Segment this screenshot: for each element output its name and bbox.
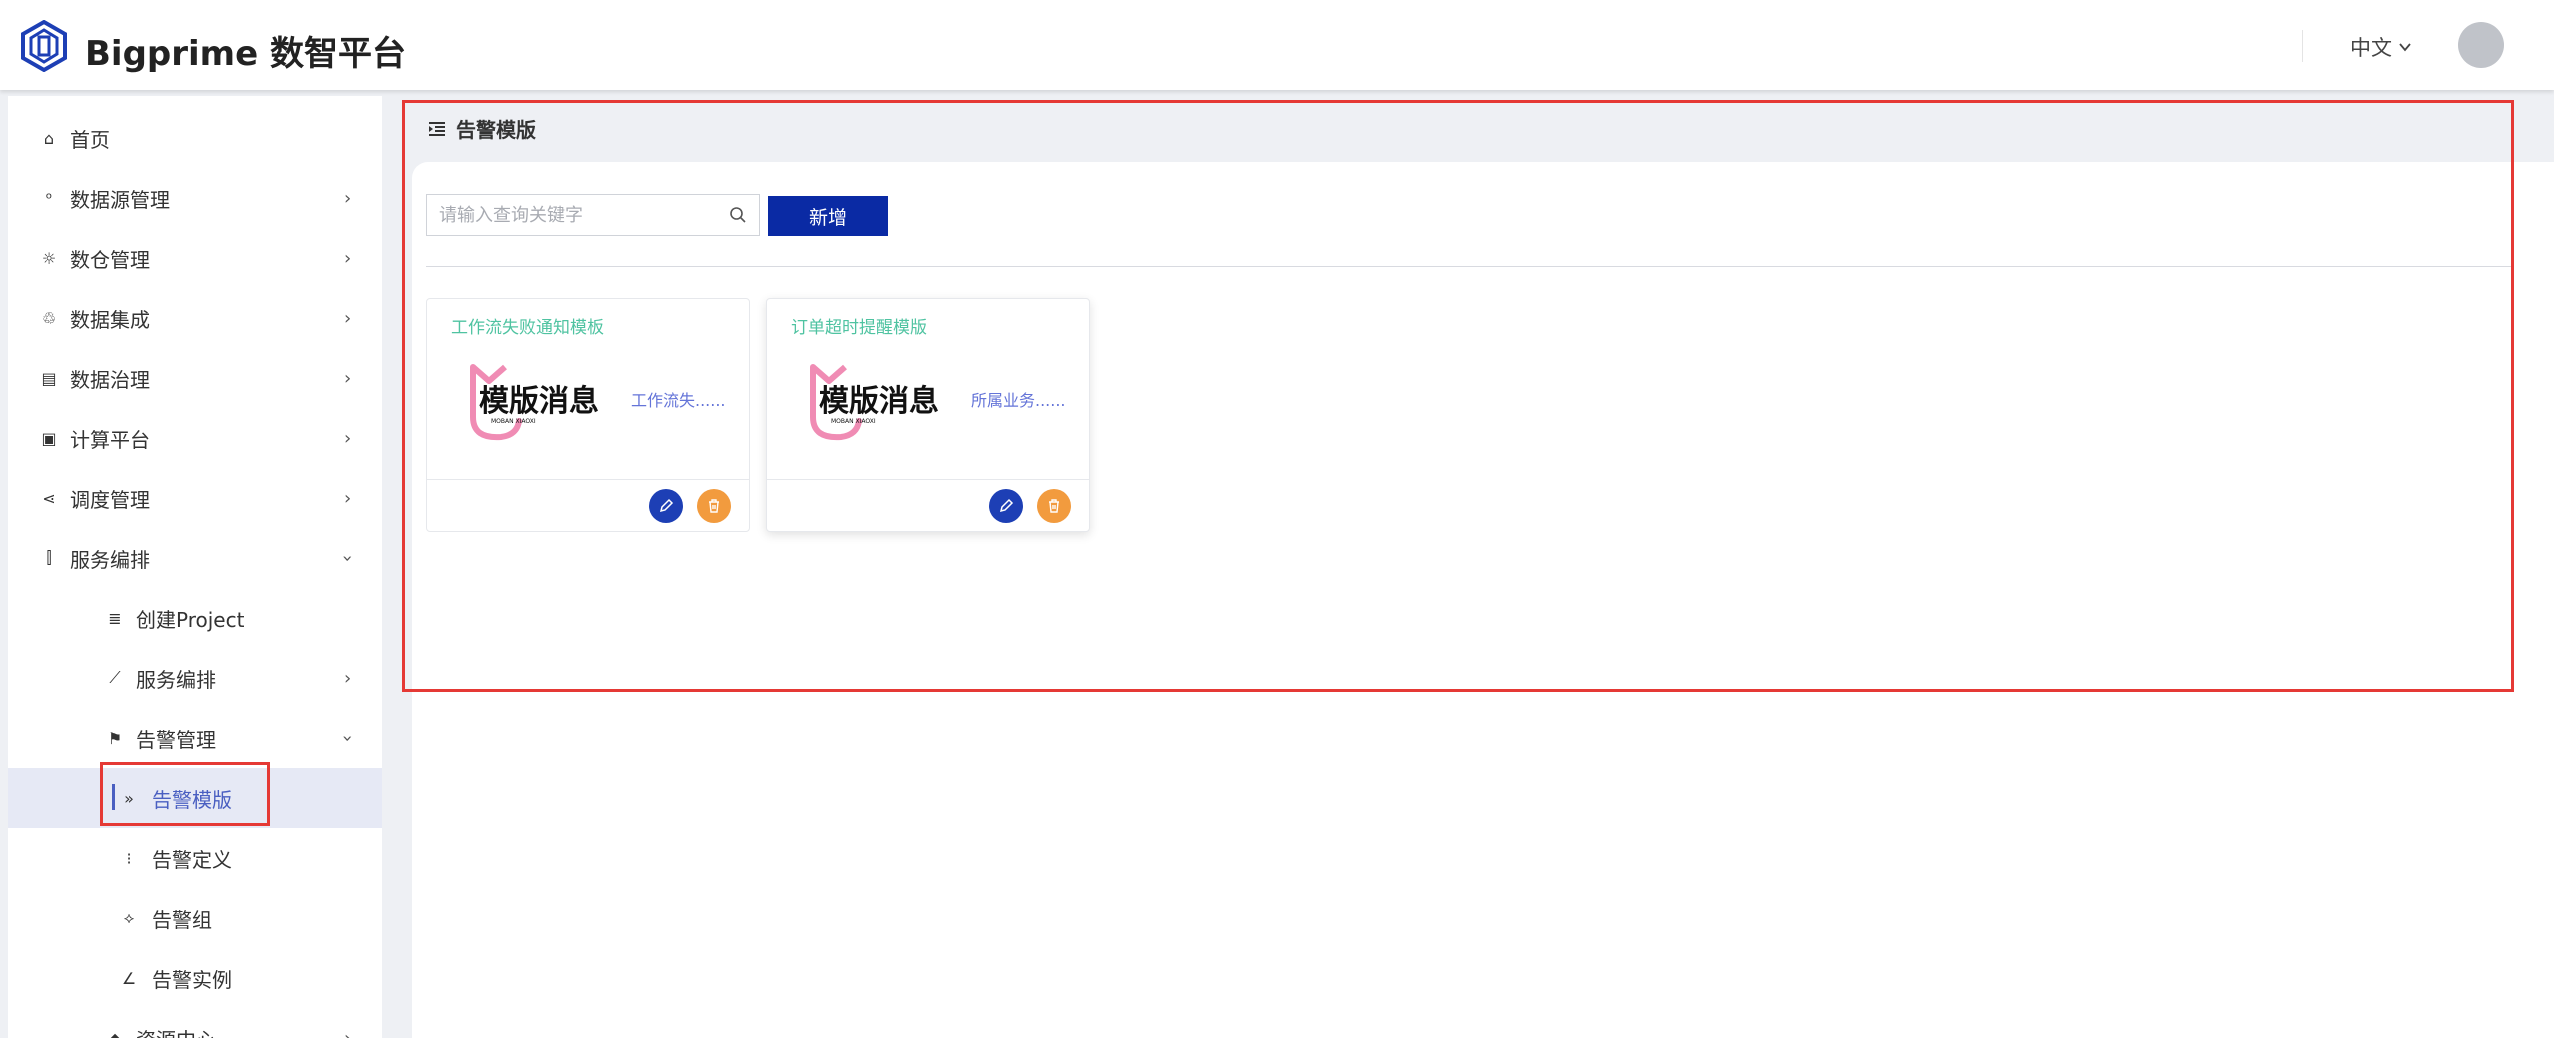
svg-text:MOBAN XIAOXI: MOBAN XIAOXI bbox=[491, 418, 536, 425]
chevron-right-icon: › bbox=[344, 487, 352, 509]
sidebar-item-resource-center[interactable]: ◆ 资源中心 › bbox=[8, 1008, 382, 1038]
line-chart-icon: ⟋ bbox=[109, 668, 121, 687]
warehouse-icon: ☼ bbox=[41, 248, 57, 268]
puzzle-icon: ⟡ bbox=[123, 908, 135, 927]
sidebar-item-governance[interactable]: ▤ 数据治理 › bbox=[8, 348, 382, 408]
avatar[interactable] bbox=[2458, 22, 2504, 68]
language-selector[interactable]: 中文 bbox=[2350, 32, 2412, 62]
double-chevron-icon: » bbox=[124, 788, 134, 808]
sidebar-item-alert-template[interactable]: » 告警模版 bbox=[8, 768, 382, 828]
sidebar-item-create-project[interactable]: ≣ 创建Project bbox=[8, 588, 382, 648]
sidebar-item-home[interactable]: ⌂ 首页 bbox=[8, 108, 382, 168]
edit-button[interactable] bbox=[989, 489, 1023, 523]
page-title-text: 告警模版 bbox=[456, 118, 536, 142]
active-indicator bbox=[112, 784, 115, 810]
language-label: 中文 bbox=[2350, 36, 2392, 60]
template-card[interactable]: 订单超时提醒模版 模版消息 MOBAN XIAOXI 所属业务...... bbox=[766, 298, 1090, 532]
sidebar-item-label: 告警定义 bbox=[152, 847, 232, 872]
chevron-right-icon: › bbox=[344, 667, 352, 689]
sidebar-item-warehouse[interactable]: ☼ 数仓管理 › bbox=[8, 228, 382, 288]
sidebar-item-label: 服务编排 bbox=[136, 667, 216, 692]
chevron-down-icon: › bbox=[337, 554, 359, 562]
sidebar-item-label: 资源中心 bbox=[136, 1024, 216, 1038]
sidebar-item-label: 数据源管理 bbox=[70, 187, 170, 212]
trash-icon bbox=[709, 499, 719, 513]
divider bbox=[426, 266, 2512, 267]
logo-icon bbox=[21, 20, 67, 72]
flag-icon: ⚑ bbox=[107, 728, 123, 748]
edit-button[interactable] bbox=[649, 489, 683, 523]
resource-icon: ◆ bbox=[108, 1028, 122, 1038]
card-title: 订单超时提醒模版 bbox=[791, 318, 927, 338]
chevron-right-icon: › bbox=[344, 1027, 352, 1038]
bar-chart-icon: ⫿ bbox=[46, 548, 52, 567]
database-icon: ᵒ bbox=[45, 188, 53, 208]
template-message-image: 模版消息 MOBAN XIAOXI bbox=[470, 364, 599, 441]
list-icon: ⁝ bbox=[126, 848, 132, 868]
sidebar-item-service-orchestration-sub[interactable]: ⟋ 服务编排 › bbox=[8, 648, 382, 708]
sidebar-item-alert-instance[interactable]: ∠ 告警实例 bbox=[8, 948, 382, 1008]
chevron-right-icon: › bbox=[344, 187, 352, 209]
card-description: 工作流失...... bbox=[631, 391, 726, 410]
list-icon: ≣ bbox=[108, 608, 122, 628]
header-divider bbox=[2302, 30, 2303, 62]
sidebar-item-integration[interactable]: ♲ 数据集成 › bbox=[8, 288, 382, 348]
svg-text:模版消息: 模版消息 bbox=[479, 384, 599, 419]
sidebar-item-label: 调度管理 bbox=[70, 487, 150, 512]
chevron-down-icon: › bbox=[337, 734, 359, 742]
svg-text:模版消息: 模版消息 bbox=[819, 384, 939, 419]
sidebar-item-label: 告警模版 bbox=[152, 787, 232, 812]
sidebar-item-alert-definition[interactable]: ⁝ 告警定义 bbox=[8, 828, 382, 888]
card-divider bbox=[767, 479, 1089, 480]
sidebar-item-alert-management[interactable]: ⚑ 告警管理 › bbox=[8, 708, 382, 768]
pencil-icon bbox=[659, 498, 674, 513]
governance-icon: ▤ bbox=[41, 368, 57, 388]
chevron-right-icon: › bbox=[344, 307, 352, 329]
sidebar-item-label: 创建Project bbox=[136, 607, 245, 632]
sidebar-item-label: 告警组 bbox=[152, 907, 212, 932]
home-icon: ⌂ bbox=[43, 128, 55, 148]
search-icon[interactable] bbox=[729, 206, 747, 224]
sidebar: ⌂ 首页 ᵒ 数据源管理 › ☼ 数仓管理 › ♲ 数据集成 › ▤ 数据治理 … bbox=[8, 96, 382, 1038]
sidebar-item-label: 告警管理 bbox=[136, 727, 216, 752]
delete-button[interactable] bbox=[697, 489, 731, 523]
chevron-down-icon bbox=[2399, 43, 2411, 52]
chevron-right-icon: › bbox=[344, 247, 352, 269]
sidebar-item-label: 数据集成 bbox=[70, 307, 150, 332]
card-title: 工作流失败通知模板 bbox=[451, 318, 604, 338]
sidebar-item-label: 服务编排 bbox=[70, 547, 150, 572]
sidebar-item-label: 首页 bbox=[70, 127, 110, 152]
sidebar-item-label: 数仓管理 bbox=[70, 247, 150, 272]
sidebar-item-scheduling[interactable]: ⋖ 调度管理 › bbox=[8, 468, 382, 528]
integration-icon: ♲ bbox=[41, 308, 57, 328]
pen-icon: ∠ bbox=[121, 968, 137, 988]
sidebar-item-service-orchestration[interactable]: ⫿ 服务编排 › bbox=[8, 528, 382, 588]
delete-button[interactable] bbox=[1037, 489, 1071, 523]
sidebar-item-label: 计算平台 bbox=[70, 427, 150, 452]
indent-icon bbox=[429, 121, 445, 136]
sidebar-item-label: 数据治理 bbox=[70, 367, 150, 392]
template-message-image: 模版消息 MOBAN XIAOXI bbox=[810, 364, 939, 441]
top-header: Bigprime 数智平台 中文 bbox=[0, 0, 2554, 90]
page-title: 告警模版 bbox=[428, 114, 536, 143]
pencil-icon bbox=[999, 498, 1014, 513]
card-divider bbox=[427, 479, 749, 480]
sidebar-item-compute[interactable]: ▣ 计算平台 › bbox=[8, 408, 382, 468]
template-card[interactable]: 工作流失败通知模板 模版消息 MOBAN XIAOXI 工作流失...... bbox=[426, 298, 750, 532]
card-description: 所属业务...... bbox=[971, 391, 1066, 410]
trash-icon bbox=[1049, 499, 1059, 513]
chevron-right-icon: › bbox=[344, 367, 352, 389]
add-button[interactable]: 新增 bbox=[768, 196, 888, 236]
search-box[interactable] bbox=[426, 194, 760, 236]
content-panel bbox=[412, 162, 2554, 1038]
share-icon: ⋖ bbox=[42, 488, 56, 508]
compute-icon: ▣ bbox=[41, 428, 57, 448]
app-title: Bigprime 数智平台 bbox=[85, 34, 406, 74]
sidebar-item-label: 告警实例 bbox=[152, 967, 232, 992]
search-input[interactable] bbox=[427, 195, 707, 235]
svg-text:MOBAN XIAOXI: MOBAN XIAOXI bbox=[831, 418, 876, 425]
chevron-right-icon: › bbox=[344, 427, 352, 449]
sidebar-item-alert-group[interactable]: ⟡ 告警组 bbox=[8, 888, 382, 948]
sidebar-item-datasource[interactable]: ᵒ 数据源管理 › bbox=[8, 168, 382, 228]
